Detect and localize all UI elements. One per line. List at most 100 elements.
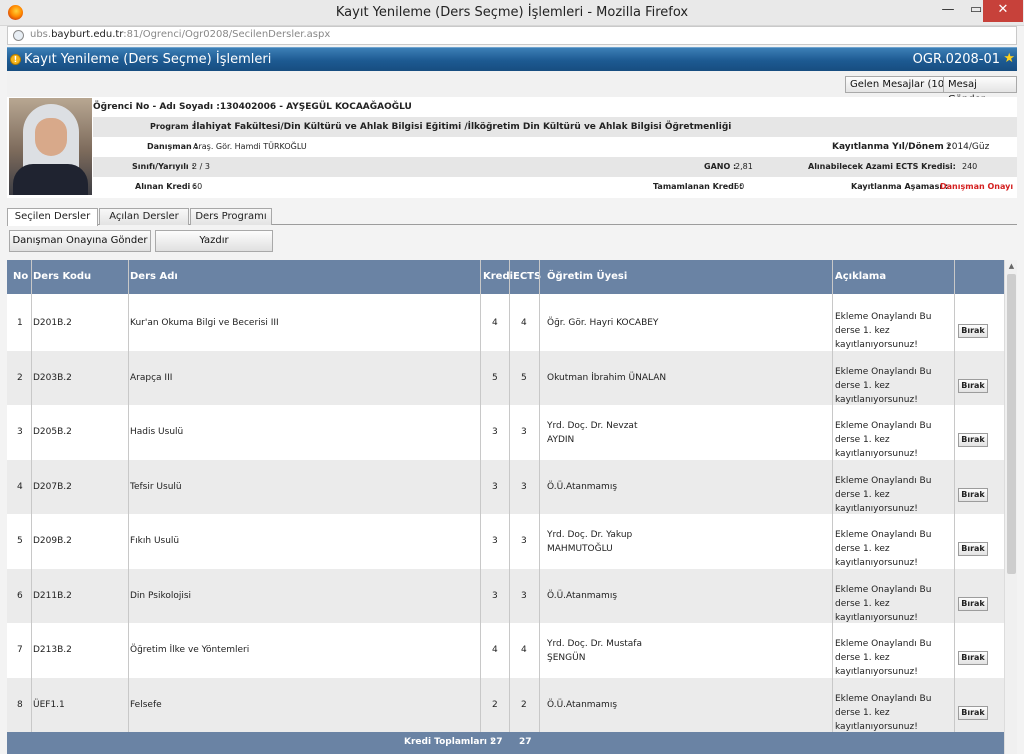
row-note: Ekleme Onaylandı Bu derse 1. kez kayıtla… bbox=[835, 584, 932, 623]
vertical-scrollbar[interactable]: ▲ bbox=[1004, 260, 1017, 754]
ects-max-label: Alınabilecek Azami ECTS Kredisi: bbox=[808, 162, 956, 171]
send-message-button[interactable]: Mesaj Gönder bbox=[943, 76, 1017, 105]
url-path: :81/Ogrenci/Ogr0208/SecilenDersler.aspx bbox=[123, 29, 331, 40]
info-row-advisor: Danışman : Araş. Gör. Hamdi TÜRKOĞLU Kay… bbox=[93, 137, 1017, 157]
tab-course-schedule[interactable]: Ders Programı bbox=[190, 208, 272, 225]
id-name-field: Öğrenci No - Adı Soyadı :130402006 - AYŞ… bbox=[93, 102, 412, 112]
table-row: 6 D211B.2 Din Psikolojisi 3 3 Ö.Ü.Atanmamış Ek… bbox=[7, 568, 1004, 623]
url-host: bayburt.edu.tr bbox=[51, 29, 124, 40]
col-name[interactable]: Ders Adı bbox=[130, 271, 178, 282]
row-credit: 5 bbox=[492, 372, 498, 383]
col-note[interactable]: Açıklama bbox=[835, 271, 886, 282]
close-button[interactable]: ✕ bbox=[983, 0, 1023, 22]
window-title: Kayıt Yenileme (Ders Seçme) İşlemleri - … bbox=[335, 5, 689, 20]
row-name: Arapça III bbox=[130, 372, 173, 383]
tab-selected-courses[interactable]: Seçilen Dersler bbox=[7, 208, 98, 226]
row-no: 1 bbox=[17, 318, 23, 328]
row-code: D201B.2 bbox=[33, 318, 72, 328]
table-row: 8 ÜEF1.1 Felsefe 2 2 Ö.Ü.Atanmamış Ekleme Onay… bbox=[7, 677, 1004, 732]
credit-label: Alınan Kredi : bbox=[135, 182, 197, 191]
drop-course-button[interactable]: Bırak bbox=[958, 433, 988, 447]
row-code: D213B.2 bbox=[33, 645, 72, 655]
advisor-value: Araş. Gör. Hamdi TÜRKOĞLU bbox=[193, 142, 307, 151]
row-name: Din Psikolojisi bbox=[130, 590, 192, 601]
advisor-label: Danışman : bbox=[147, 142, 198, 151]
drop-course-button[interactable]: Bırak bbox=[958, 651, 988, 665]
drop-course-button[interactable]: Bırak bbox=[958, 378, 988, 393]
row-instructor: Yrd. Doç. Dr. Yakup MAHMUTOĞLU bbox=[547, 530, 633, 554]
completed-label: Tamamlanan Kredi : bbox=[653, 182, 743, 191]
gpa-value: 2,81 bbox=[735, 162, 753, 171]
row-ects: 3 bbox=[521, 536, 527, 546]
info-row-program: Program : İlahiyat Fakültesi/Din Kültürü… bbox=[93, 117, 1017, 137]
globe-icon bbox=[13, 30, 24, 41]
totals-label: Kredi Toplamları : bbox=[404, 737, 494, 747]
row-no: 8 bbox=[17, 699, 23, 710]
row-ects: 5 bbox=[521, 372, 527, 383]
drop-course-button[interactable]: Bırak bbox=[958, 324, 988, 338]
col-instructor[interactable]: Öğretim Üyesi bbox=[547, 271, 627, 282]
info-icon: ! bbox=[10, 54, 21, 65]
row-credit: 4 bbox=[492, 318, 498, 328]
row-note: Ekleme Onaylandı Bu derse 1. kez kayıtla… bbox=[835, 530, 932, 568]
program-value: İlahiyat Fakültesi/Din Kültürü ve Ahlak … bbox=[193, 122, 732, 132]
stage-label: Kayıtlanma Aşaması : bbox=[851, 182, 949, 191]
id-name-value: 130402006 - AYŞEGÜL KOCAAĞAOĞLU bbox=[219, 102, 412, 112]
page-code: OGR.0208-01 bbox=[912, 52, 1000, 67]
completed-value: 60 bbox=[734, 182, 745, 191]
drop-course-button[interactable]: Bırak bbox=[958, 542, 988, 556]
table-header: No Ders Kodu Ders Adı Kredi ECTS Öğretim… bbox=[7, 260, 1004, 294]
row-name: Tefsir Usulü bbox=[130, 481, 182, 492]
drop-course-button[interactable]: Bırak bbox=[958, 487, 988, 502]
scroll-up-icon[interactable]: ▲ bbox=[1007, 262, 1016, 271]
row-instructor: Okutman İbrahim ÜNALAN bbox=[547, 372, 667, 383]
row-ects: 3 bbox=[521, 427, 527, 437]
row-credit: 3 bbox=[492, 427, 498, 437]
tab-open-courses[interactable]: Açılan Dersler bbox=[99, 208, 189, 225]
table-row: 1 D201B.2 Kur'an Okuma Bilgi ve Becerisi I… bbox=[7, 296, 1004, 351]
row-instructor: Ö.Ü.Atanmamış bbox=[547, 590, 618, 601]
scroll-thumb[interactable] bbox=[1007, 274, 1016, 574]
term-label: Kayıtlanma Yıl/Dönem : bbox=[832, 142, 951, 152]
table-row: 4 D207B.2 Tefsir Usulü 3 3 Ö.Ü.Atanmamış Eklem… bbox=[7, 459, 1004, 514]
app-header: ! Kayıt Yenileme (Ders Seçme) İşlemleri … bbox=[7, 47, 1017, 71]
send-to-advisor-button[interactable]: Danışman Onayına Gönder bbox=[9, 230, 151, 252]
row-note: Ekleme Onaylandı Bu derse 1. kez kayıtla… bbox=[835, 366, 932, 405]
address-bar[interactable]: ubs.bayburt.edu.tr:81/Ogrenci/Ogr0208/Se… bbox=[7, 26, 1017, 45]
table-footer: Kredi Toplamları : 27 27 bbox=[7, 732, 1004, 754]
row-ects: 3 bbox=[521, 481, 527, 492]
credit-value: 60 bbox=[192, 182, 203, 191]
col-ects[interactable]: ECTS bbox=[513, 271, 541, 282]
row-credit: 3 bbox=[492, 481, 498, 492]
row-instructor: Yrd. Doç. Dr. Nevzat AYDIN bbox=[547, 421, 638, 445]
print-button[interactable]: Yazdır bbox=[155, 230, 273, 252]
row-code: D209B.2 bbox=[33, 536, 72, 546]
row-ects: 2 bbox=[521, 699, 527, 710]
drop-course-button[interactable]: Bırak bbox=[958, 596, 988, 611]
row-instructor: Ö.Ü.Atanmamış bbox=[547, 481, 618, 492]
row-note: Ekleme Onaylandı Bu derse 1. kez kayıtla… bbox=[835, 693, 932, 732]
row-no: 7 bbox=[17, 645, 23, 655]
col-code[interactable]: Ders Kodu bbox=[33, 271, 91, 282]
row-instructor: Öğr. Gör. Hayri KOCABEY bbox=[547, 318, 659, 328]
table-row: 2 D203B.2 Arapça III 5 5 Okutman İbrahim ÜNAL… bbox=[7, 350, 1004, 405]
student-photo bbox=[9, 98, 92, 195]
row-credit: 3 bbox=[492, 536, 498, 546]
page-title: Kayıt Yenileme (Ders Seçme) İşlemleri bbox=[24, 52, 272, 67]
row-ects: 4 bbox=[521, 645, 527, 655]
address-url: ubs.bayburt.edu.tr:81/Ogrenci/Ogr0208/Se… bbox=[30, 29, 330, 40]
row-instructor: Yrd. Doç. Dr. Mustafa ŞENGÜN bbox=[547, 639, 642, 663]
gpa-label: GANO : bbox=[704, 162, 737, 171]
drop-course-button[interactable]: Bırak bbox=[958, 705, 988, 720]
minimize-button[interactable]: — bbox=[934, 0, 962, 22]
star-icon[interactable]: ★ bbox=[1003, 51, 1015, 66]
row-note: Ekleme Onaylandı Bu derse 1. kez kayıtla… bbox=[835, 312, 932, 350]
row-name: Felsefe bbox=[130, 699, 162, 710]
inbox-button[interactable]: Gelen Mesajlar (10) bbox=[845, 76, 953, 93]
program-label: Program : bbox=[150, 122, 195, 131]
row-code: D207B.2 bbox=[33, 481, 72, 492]
row-name: Fıkıh Usulü bbox=[130, 536, 180, 546]
col-no[interactable]: No bbox=[13, 271, 28, 282]
info-row-credit: Alınan Kredi : 60 Tamamlanan Kredi : 60 … bbox=[93, 177, 1017, 197]
row-code: D205B.2 bbox=[33, 427, 72, 437]
